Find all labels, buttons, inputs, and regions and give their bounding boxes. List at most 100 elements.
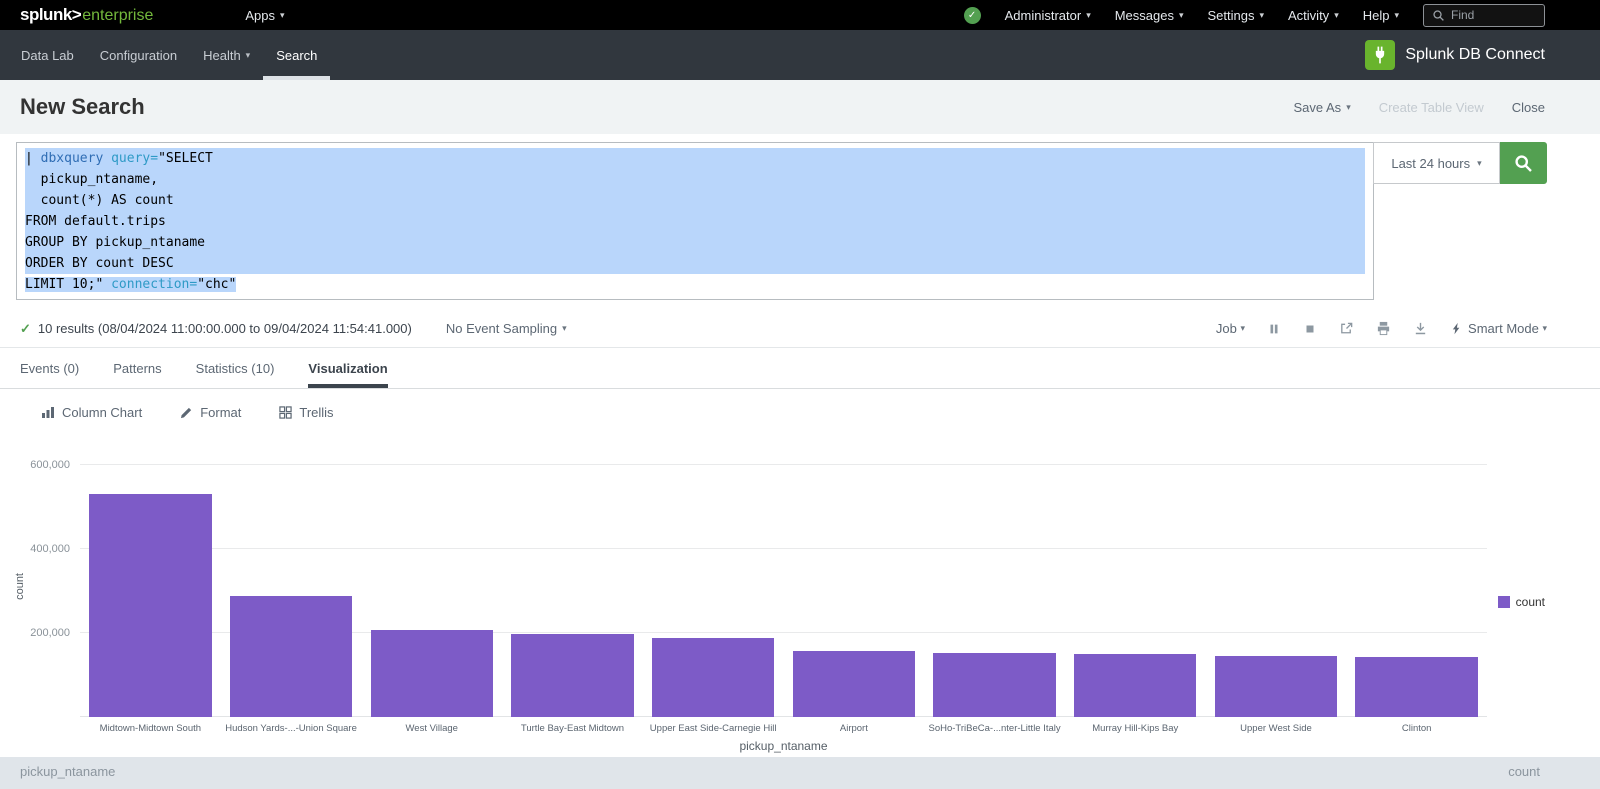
chart-bar[interactable] [1065,465,1206,717]
stop-job-button[interactable] [1303,322,1317,336]
event-sampling-menu[interactable]: No Event Sampling ▾ [446,321,567,336]
messages-label: Messages [1115,8,1174,23]
find-searchbox[interactable] [1423,4,1545,27]
trellis-button[interactable]: Trellis [279,405,333,420]
settings-menu[interactable]: Settings▾ [1208,8,1265,23]
caret-down-icon: ▾ [1179,10,1184,21]
chart-bar[interactable] [924,465,1065,717]
chart-bar[interactable] [221,465,362,717]
splunk-logo[interactable]: splunk>enterprise [20,5,153,25]
chart-bars [80,465,1487,717]
x-category-label: West Village [361,723,502,734]
trellis-label: Trellis [299,405,333,420]
messages-menu[interactable]: Messages ▾ [1115,8,1184,23]
logo-gt: > [72,5,81,25]
column-header-count[interactable]: count [1508,764,1540,789]
apps-menu-label: Apps [245,8,275,23]
logo-brand: splunk [20,5,72,25]
caret-down-icon: ▾ [280,10,285,21]
tab-visualization[interactable]: Visualization [308,348,387,388]
caret-down-icon: ▾ [1241,323,1246,334]
tab-patterns[interactable]: Patterns [113,348,161,388]
header-actions: Save As▾ Create Table View Close [1293,100,1545,115]
y-tick-label: 400,000 [30,543,70,555]
administrator-menu[interactable]: Administrator▾ [1005,8,1091,23]
column-chart-icon [41,405,55,419]
y-axis-title: count [14,573,26,600]
app-identity[interactable]: Splunk DB Connect [1365,30,1580,80]
save-as-label: Save As [1293,100,1341,115]
column-header-pickup-ntaname[interactable]: pickup_ntaname [20,764,115,789]
column-chart: count 200,000400,000600,000 Midtown-Midt… [0,435,1600,757]
tab-events[interactable]: Events (0) [20,348,79,388]
chart-type-label: Column Chart [62,405,142,420]
search-icon [1514,154,1533,173]
legend-swatch [1498,596,1510,608]
y-tick-label: 600,000 [30,459,70,471]
nav-health-label: Health [203,48,241,63]
caret-down-icon: ▾ [1394,10,1399,21]
search-bar-section: | dbxquery query="SELECT pickup_ntaname,… [0,134,1600,310]
caret-down-icon: ▾ [1259,10,1264,21]
run-search-button[interactable] [1500,142,1547,184]
format-label: Format [200,405,241,420]
splunk-topbar: splunk>enterprise Apps ▾ ✓ Administrator… [0,0,1600,30]
nav-search[interactable]: Search [263,30,330,80]
x-axis-title: pickup_ntaname [80,739,1487,753]
tab-statistics[interactable]: Statistics (10) [196,348,275,388]
caret-down-icon: ▾ [562,323,567,334]
x-category-label: SoHo-TriBeCa-...nter-Little Italy [924,723,1065,734]
chart-categories: Midtown-Midtown SouthHudson Yards-...-Un… [80,723,1487,734]
health-status-icon[interactable]: ✓ [964,7,981,24]
check-icon: ✓ [968,10,976,21]
time-range-picker[interactable]: Last 24 hours ▾ [1373,142,1500,184]
format-button[interactable]: Format [180,405,241,420]
caret-down-icon: ▾ [1477,158,1482,169]
job-status-bar: ✓ 10 results (08/04/2024 11:00:00.000 to… [0,310,1600,348]
chart-bar[interactable] [361,465,502,717]
search-query-input[interactable]: | dbxquery query="SELECT pickup_ntaname,… [16,142,1374,300]
job-menu-label: Job [1216,321,1237,336]
time-range-label: Last 24 hours [1391,156,1470,171]
chart-type-picker[interactable]: Column Chart [41,405,142,420]
print-button[interactable] [1376,321,1391,336]
share-job-button[interactable] [1339,321,1354,336]
create-table-view-button[interactable]: Create Table View [1379,100,1484,115]
chart-bar[interactable] [1206,465,1347,717]
x-category-label: Upper East Side-Carnegie Hill [643,723,784,734]
close-button[interactable]: Close [1512,100,1545,115]
x-category-label: Upper West Side [1206,723,1347,734]
apps-menu[interactable]: Apps ▾ [245,8,284,23]
search-mode-menu[interactable]: Smart Mode ▾ [1450,321,1547,336]
pencil-icon [180,406,193,419]
help-menu[interactable]: Help▾ [1363,8,1399,23]
activity-menu[interactable]: Activity▾ [1288,8,1339,23]
job-done-check-icon: ✓ [20,321,31,337]
event-sampling-label: No Event Sampling [446,321,557,336]
nav-data-lab[interactable]: Data Lab [8,30,87,80]
nav-health[interactable]: Health ▾ [190,30,263,80]
chart-bar[interactable] [502,465,643,717]
chart-legend[interactable]: count [1498,595,1545,609]
chart-bar[interactable] [1346,465,1487,717]
pause-job-button[interactable] [1267,322,1281,336]
x-category-label: Turtle Bay-East Midtown [502,723,643,734]
download-icon [1413,321,1428,336]
lightning-icon [1450,322,1463,335]
export-button[interactable] [1413,321,1428,336]
chart-bar[interactable] [643,465,784,717]
x-category-label: Murray Hill-Kips Bay [1065,723,1206,734]
find-input[interactable] [1451,8,1533,22]
search-icon [1432,9,1445,22]
nav-configuration[interactable]: Configuration [87,30,190,80]
caret-down-icon: ▾ [1086,10,1091,21]
caret-down-icon: ▾ [246,50,251,61]
statistics-table-header: pickup_ntaname count [0,757,1600,789]
job-menu[interactable]: Job ▾ [1216,321,1245,336]
caret-down-icon: ▾ [1334,10,1339,21]
chart-bar[interactable] [784,465,925,717]
stop-icon [1303,322,1317,336]
chart-bar[interactable] [80,465,221,717]
search-query-text: | dbxquery query="SELECT pickup_ntaname,… [25,148,1365,295]
save-as-button[interactable]: Save As▾ [1293,100,1350,115]
